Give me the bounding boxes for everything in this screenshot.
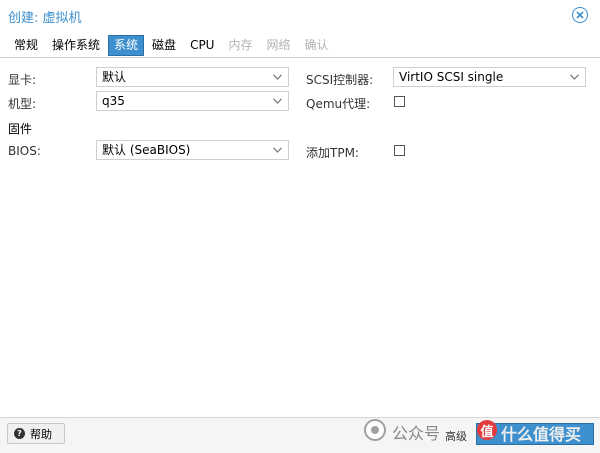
bios-value: 默认 (SeaBIOS) [102,143,191,157]
dialog-title: 创建: 虚拟机 [8,11,82,26]
tab-cpu[interactable]: CPU [184,35,220,56]
tab-system[interactable]: 系统 [108,34,145,56]
tab-confirm: 确认 [304,37,329,52]
bios-label: BIOS: [8,144,41,158]
tab-network: 网络 [266,37,291,52]
graphics-card-value: 默认 [102,70,127,84]
tab-bar: 常规 操作系统 系统 磁盘 CPU 内存 网络 确认 [8,34,337,56]
bios-combo[interactable]: 默认 (SeaBIOS) [96,140,289,160]
watermark-right-text: 什么值得买 [501,425,582,444]
smzdm-logo-icon: 值 [477,420,497,440]
graphics-card-combo[interactable]: 默认 [96,67,289,87]
advanced-label: 高级 [445,430,467,443]
question-icon: ? [14,428,25,439]
tab-disks[interactable]: 磁盘 [146,35,182,56]
chevron-down-icon [570,74,579,80]
create-vm-dialog: 创建: 虚拟机 常规 操作系统 系统 磁盘 CPU 内存 网络 确认 显卡: 默… [0,0,600,453]
wechat-logo-icon [364,419,386,441]
scsi-controller-label: SCSI控制器: [306,73,374,87]
add-tpm-label: 添加TPM: [306,146,359,160]
machine-label: 机型: [8,97,37,111]
close-icon [576,11,584,19]
title-bar: 创建: 虚拟机 [0,0,600,32]
tab-divider [0,57,600,58]
qemu-agent-checkbox[interactable] [394,96,405,107]
scsi-controller-value: VirtIO SCSI single [399,70,504,84]
graphics-card-label: 显卡: [8,73,37,87]
tab-memory: 内存 [228,37,253,52]
chevron-down-icon [273,147,282,153]
add-tpm-checkbox[interactable] [394,145,405,156]
qemu-agent-label: Qemu代理: [306,97,371,111]
chevron-down-icon [273,74,282,80]
tab-os[interactable]: 操作系统 [46,35,106,56]
machine-value: q35 [102,94,125,108]
scsi-controller-combo[interactable]: VirtIO SCSI single [393,67,586,87]
close-button[interactable] [572,7,588,23]
help-button[interactable]: ? 帮助 [7,423,65,444]
chevron-down-icon [273,98,282,104]
firmware-section-title: 固件 [8,122,33,136]
machine-combo[interactable]: q35 [96,91,289,111]
help-button-label: 帮助 [30,427,52,441]
tab-general[interactable]: 常规 [8,35,44,56]
watermark-left-text: 公众号 [392,424,441,443]
